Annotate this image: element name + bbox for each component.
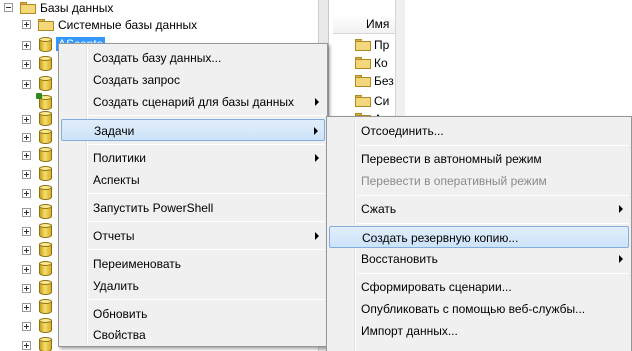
- database-context-menu: Создать базу данных... Создать запрос Со…: [58, 43, 328, 347]
- folder-icon: [38, 19, 54, 31]
- menu-item-backup[interactable]: Создать резервную копию...: [329, 226, 629, 248]
- file-item-label: Без: [374, 74, 394, 88]
- menu-item-create-query[interactable]: Создать запрос: [61, 69, 325, 91]
- folder-icon: [355, 57, 371, 69]
- menu-separator: [89, 221, 325, 222]
- expand-icon[interactable]: [22, 189, 31, 198]
- submenu-arrow-icon: [619, 255, 623, 263]
- menu-item-import-data[interactable]: Импорт данных...: [329, 320, 629, 342]
- menu-separator: [89, 115, 325, 116]
- expand-icon[interactable]: [22, 20, 31, 29]
- database-icon: [39, 280, 52, 296]
- database-icon: [39, 299, 52, 315]
- menu-separator: [357, 195, 629, 196]
- expand-icon[interactable]: [22, 208, 31, 217]
- database-icon: [39, 56, 52, 72]
- menu-item-create-database[interactable]: Создать базу данных...: [61, 47, 325, 69]
- tasks-submenu: Отсоединить... Перевести в автономный ре…: [326, 116, 632, 351]
- expand-icon[interactable]: [22, 246, 31, 255]
- column-header-name[interactable]: Имя: [333, 14, 395, 34]
- database-icon: [39, 242, 52, 258]
- menu-item-rename[interactable]: Переименовать: [61, 253, 325, 275]
- expand-icon[interactable]: [22, 322, 31, 331]
- menu-item-restore[interactable]: Восстановить: [329, 248, 629, 270]
- database-icon: [39, 111, 52, 127]
- menu-separator: [89, 144, 325, 145]
- menu-item-take-offline[interactable]: Перевести в автономный режим: [329, 148, 629, 170]
- folder-icon: [355, 39, 371, 51]
- menu-item-detach[interactable]: Отсоединить...: [329, 120, 629, 142]
- menu-separator: [89, 249, 325, 250]
- menu-separator: [357, 223, 629, 224]
- database-icon: [39, 166, 52, 182]
- column-header-label: Имя: [366, 17, 390, 31]
- menu-item-shrink[interactable]: Сжать: [329, 198, 629, 220]
- database-icon: [39, 337, 52, 351]
- menu-item-generate-scripts[interactable]: Сформировать сценарии...: [329, 276, 629, 298]
- menu-separator: [357, 145, 629, 146]
- submenu-arrow-icon: [619, 205, 623, 213]
- folder-icon: [355, 95, 371, 107]
- menu-item-refresh[interactable]: Обновить: [61, 303, 325, 325]
- expand-icon[interactable]: [22, 303, 31, 312]
- database-icon: [39, 223, 52, 239]
- file-item-label: Пр: [374, 38, 390, 52]
- menu-separator: [89, 299, 325, 300]
- database-icon: [39, 37, 52, 53]
- submenu-arrow-icon: [314, 127, 318, 135]
- database-icon: [39, 185, 52, 201]
- database-icon: [39, 76, 52, 92]
- database-icon: [36, 93, 52, 111]
- expand-icon[interactable]: [22, 60, 31, 69]
- database-icon: [39, 261, 52, 277]
- expand-icon[interactable]: [22, 80, 31, 89]
- database-icon: [39, 204, 52, 220]
- menu-item-create-script[interactable]: Создать сценарий для базы данных: [61, 91, 325, 113]
- tree-root-label[interactable]: Базы данных: [40, 1, 113, 15]
- folder-icon: [355, 75, 371, 87]
- menu-separator: [357, 273, 629, 274]
- folder-icon: [20, 2, 36, 14]
- database-icon: [39, 318, 52, 334]
- menu-item-properties[interactable]: Свойства: [61, 324, 325, 346]
- submenu-arrow-icon: [315, 98, 319, 106]
- expand-icon[interactable]: [22, 265, 31, 274]
- expand-icon[interactable]: [22, 151, 31, 160]
- submenu-arrow-icon: [315, 232, 319, 240]
- tree-item-system-databases[interactable]: Системные базы данных: [58, 18, 197, 32]
- menu-item-publish-web-service[interactable]: Опубликовать с помощью веб-службы...: [329, 298, 629, 320]
- file-item-label: Си: [374, 94, 390, 108]
- expand-icon[interactable]: [22, 284, 31, 293]
- menu-item-policies[interactable]: Политики: [61, 147, 325, 169]
- menu-item-reports[interactable]: Отчеты: [61, 225, 325, 247]
- expand-icon[interactable]: [22, 41, 31, 50]
- collapse-icon[interactable]: [4, 3, 13, 12]
- menu-separator: [89, 193, 325, 194]
- menu-item-bring-online: Перевести в оперативный режим: [361, 174, 547, 188]
- expand-icon[interactable]: [22, 133, 31, 142]
- file-item-label: Ко: [374, 56, 388, 70]
- submenu-arrow-icon: [315, 154, 319, 162]
- database-icon: [39, 147, 52, 163]
- expand-icon[interactable]: [22, 341, 31, 350]
- menu-item-tasks[interactable]: Задачи: [61, 119, 325, 141]
- menu-item-delete[interactable]: Удалить: [61, 275, 325, 297]
- expand-icon[interactable]: [22, 115, 31, 124]
- database-icon: [39, 129, 52, 145]
- menu-item-start-powershell[interactable]: Запустить PowerShell: [61, 197, 325, 219]
- expand-icon[interactable]: [22, 227, 31, 236]
- expand-icon[interactable]: [22, 170, 31, 179]
- menu-item-facets[interactable]: Аспекты: [61, 169, 325, 191]
